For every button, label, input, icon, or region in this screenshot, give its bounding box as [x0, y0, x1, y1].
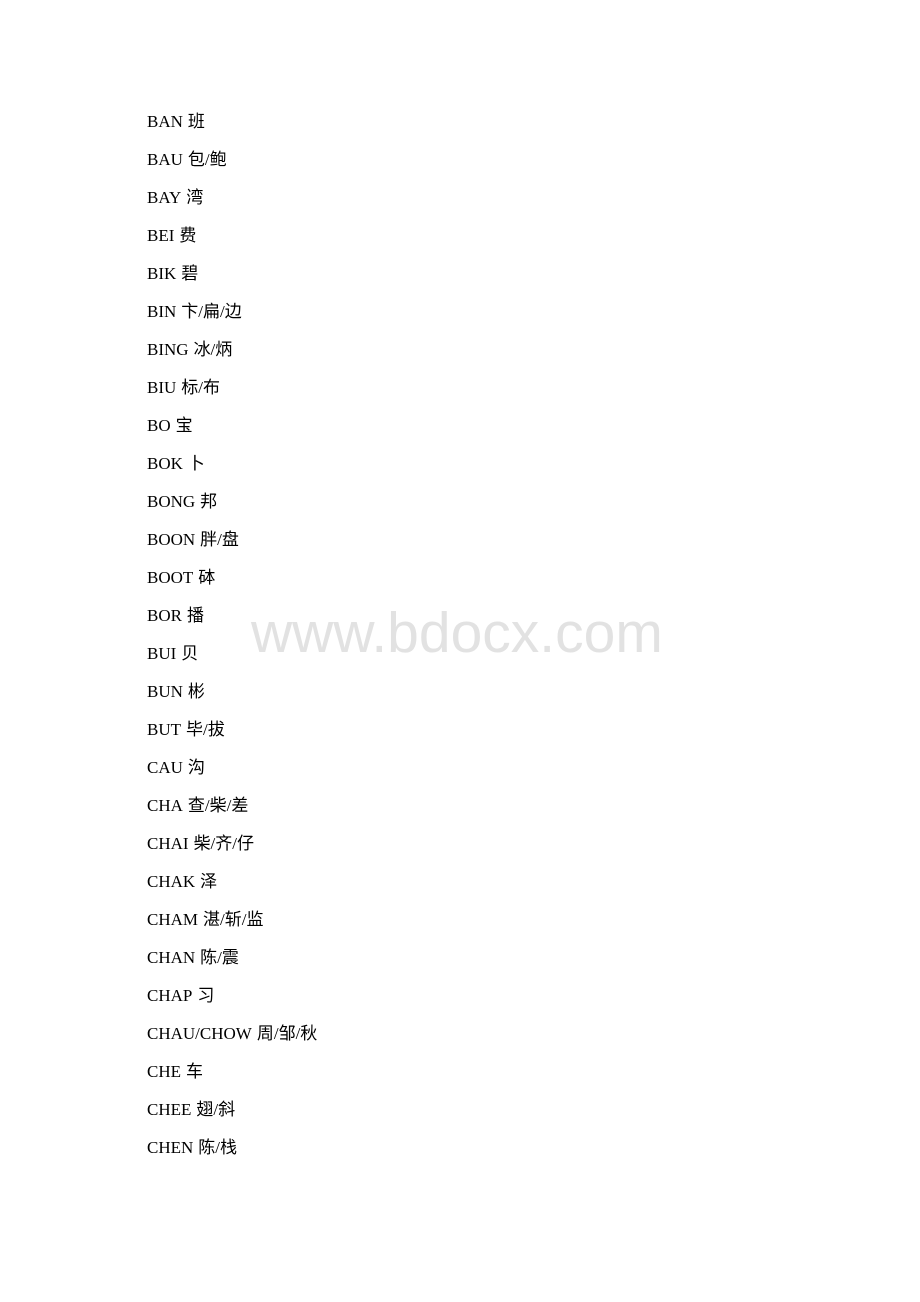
romanization: BING [147, 340, 189, 359]
romanization: BOK [147, 454, 183, 473]
romanization: BONG [147, 492, 196, 511]
list-item: BUN 彬 [147, 681, 317, 719]
list-item: CHA 查/柴/差 [147, 795, 317, 833]
chinese-characters: 周/邹/秋 [256, 1024, 318, 1043]
romanization: CHE [147, 1062, 181, 1081]
romanization: BAU [147, 150, 183, 169]
list-item: BUT 毕/拔 [147, 719, 317, 757]
romanization: BUN [147, 682, 183, 701]
chinese-characters: 邦 [200, 492, 218, 511]
list-item: CHE 车 [147, 1061, 317, 1099]
romanization: BEI [147, 226, 175, 245]
list-item: BIN 卞/扁/边 [147, 301, 317, 339]
list-item: BOK 卜 [147, 453, 317, 491]
chinese-characters: 沟 [187, 758, 205, 777]
romanization: CAU [147, 758, 183, 777]
romanization: BOOT [147, 568, 194, 587]
chinese-characters: 播 [186, 606, 204, 625]
list-item: BAU 包/鲍 [147, 149, 317, 187]
romanization: CHEE [147, 1100, 192, 1119]
list-item: BOOT 砵 [147, 567, 317, 605]
romanization: BO [147, 416, 171, 435]
romanization: BOR [147, 606, 182, 625]
chinese-characters: 冰/炳 [193, 340, 233, 359]
list-item: CHEN 陈/栈 [147, 1137, 317, 1175]
chinese-characters: 胖/盘 [200, 530, 239, 549]
romanization: CHAU/CHOW [147, 1024, 252, 1043]
chinese-characters: 柴/齐/仔 [193, 834, 255, 853]
chinese-characters: 宝 [175, 416, 193, 435]
chinese-characters: 陈/震 [200, 948, 239, 967]
chinese-characters: 彬 [187, 682, 205, 701]
list-item: BOR 播 [147, 605, 317, 643]
romanization: BAN [147, 112, 183, 131]
list-item: CHEE 翅/斜 [147, 1099, 317, 1137]
romanization: CHAM [147, 910, 199, 929]
chinese-characters: 习 [197, 986, 215, 1005]
romanization: CHAP [147, 986, 193, 1005]
list-item: BING 冰/炳 [147, 339, 317, 377]
list-item: CHAU/CHOW 周/邹/秋 [147, 1023, 317, 1061]
romanization: CHAI [147, 834, 189, 853]
list-item: CHAM 湛/斩/监 [147, 909, 317, 947]
chinese-characters: 砵 [198, 568, 216, 587]
list-item: CHAI 柴/齐/仔 [147, 833, 317, 871]
chinese-characters: 湾 [186, 188, 204, 207]
chinese-characters: 车 [186, 1062, 203, 1081]
list-item: BEI 费 [147, 225, 317, 263]
romanization: BIU [147, 378, 177, 397]
romanization: BUI [147, 644, 177, 663]
list-item: CAU 沟 [147, 757, 317, 795]
list-item: BIK 碧 [147, 263, 317, 301]
list-item: CHAK 泽 [147, 871, 317, 909]
chinese-characters: 班 [187, 112, 205, 131]
chinese-characters: 湛/斩/监 [203, 910, 264, 929]
list-item: BAN 班 [147, 111, 317, 149]
chinese-characters: 查/柴/差 [187, 796, 249, 815]
chinese-characters: 费 [179, 226, 197, 245]
chinese-characters: 卞/扁/边 [181, 302, 242, 321]
romanization: CHAN [147, 948, 196, 967]
list-item: BUI 贝 [147, 643, 317, 681]
chinese-characters: 卜 [187, 454, 205, 473]
chinese-characters: 贝 [181, 644, 199, 663]
list-item: CHAN 陈/震 [147, 947, 317, 985]
surname-romanization-list: BAN 班 BAU 包/鲍 BAY 湾 BEI 费 BIK 碧 BIN 卞/扁/边 BING… [147, 111, 317, 1175]
chinese-characters: 碧 [181, 264, 199, 283]
chinese-characters: 翅/斜 [196, 1100, 236, 1119]
list-item: BIU 标/布 [147, 377, 317, 415]
romanization: CHAK [147, 872, 196, 891]
list-item: BONG 邦 [147, 491, 317, 529]
chinese-characters: 陈/栈 [198, 1138, 238, 1157]
chinese-characters: 包/鲍 [187, 150, 227, 169]
list-item: CHAP 习 [147, 985, 317, 1023]
chinese-characters: 泽 [200, 872, 218, 891]
list-item: BOON 胖/盘 [147, 529, 317, 567]
romanization: CHEN [147, 1138, 194, 1157]
list-item: BO 宝 [147, 415, 317, 453]
romanization: BUT [147, 720, 181, 739]
document-page: BAN 班 BAU 包/鲍 BAY 湾 BEI 费 BIK 碧 BIN 卞/扁/边 BING… [0, 0, 920, 1302]
chinese-characters: 标/布 [181, 378, 221, 397]
romanization: BAY [147, 188, 182, 207]
romanization: BOON [147, 530, 196, 549]
romanization: CHA [147, 796, 183, 815]
chinese-characters: 毕/拔 [186, 720, 225, 739]
romanization: BIK [147, 264, 177, 283]
romanization: BIN [147, 302, 177, 321]
list-item: BAY 湾 [147, 187, 317, 225]
